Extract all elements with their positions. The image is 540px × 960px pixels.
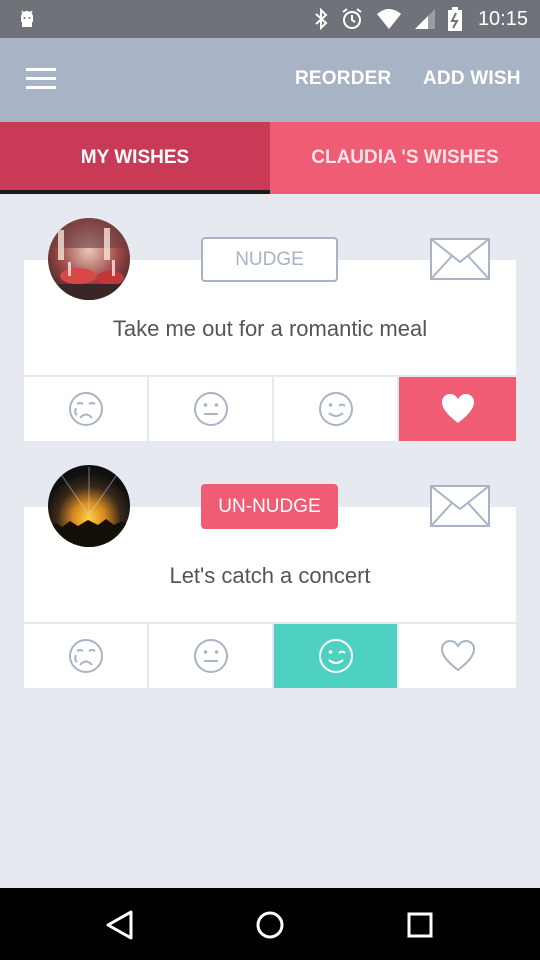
wish-title: Take me out for a romantic meal	[112, 316, 428, 341]
menu-icon[interactable]	[26, 68, 56, 90]
battery-icon	[447, 7, 462, 31]
reorder-button[interactable]: REORDER	[295, 68, 391, 90]
tab-my-wishes[interactable]: MY WISHES	[0, 122, 270, 194]
bluetooth-icon	[315, 8, 328, 30]
wink-face-icon	[318, 639, 353, 673]
status-bar: 10:15	[0, 0, 540, 38]
reaction-wink[interactable]	[274, 624, 399, 688]
app-bar: REORDER ADD WISH	[0, 38, 540, 122]
recents-icon[interactable]	[403, 908, 437, 942]
reaction-heart[interactable]	[399, 624, 516, 688]
home-icon[interactable]	[253, 908, 287, 942]
un-nudge-button[interactable]: UN-NUDGE	[201, 484, 338, 529]
neutral-face-icon	[193, 639, 228, 673]
wish-photo-concert	[48, 465, 130, 547]
wish-title: Let's catch a concert	[169, 563, 371, 588]
reaction-neutral[interactable]	[149, 624, 274, 688]
neutral-face-icon	[193, 392, 228, 426]
back-icon[interactable]	[103, 908, 137, 942]
nudge-button[interactable]: NUDGE	[201, 237, 338, 282]
mail-icon[interactable]	[430, 238, 490, 280]
crying-face-icon	[68, 392, 103, 426]
reaction-cry[interactable]	[24, 624, 149, 688]
tab-bar: MY WISHES CLAUDIA 'S WISHES	[0, 122, 540, 194]
tab-claudias-wishes[interactable]: CLAUDIA 'S WISHES	[270, 122, 540, 194]
reaction-wink[interactable]	[274, 377, 399, 441]
wink-face-icon	[318, 392, 353, 426]
crying-face-icon	[68, 639, 103, 673]
alarm-icon	[342, 8, 362, 29]
mail-icon[interactable]	[430, 485, 490, 527]
reaction-cry[interactable]	[24, 377, 149, 441]
reaction-bar	[24, 624, 516, 688]
add-wish-button[interactable]: ADD WISH	[423, 68, 521, 90]
wifi-icon	[376, 9, 401, 29]
reaction-bar	[24, 377, 516, 441]
reaction-neutral[interactable]	[149, 377, 274, 441]
wish-photo-dinner	[48, 218, 130, 300]
heart-icon	[441, 394, 474, 423]
clock-time: 10:15	[477, 7, 528, 30]
android-icon	[21, 10, 33, 27]
system-nav-bar	[0, 888, 540, 960]
signal-icon	[414, 9, 435, 29]
reaction-heart[interactable]	[399, 377, 516, 441]
heart-outline-icon	[440, 640, 475, 672]
